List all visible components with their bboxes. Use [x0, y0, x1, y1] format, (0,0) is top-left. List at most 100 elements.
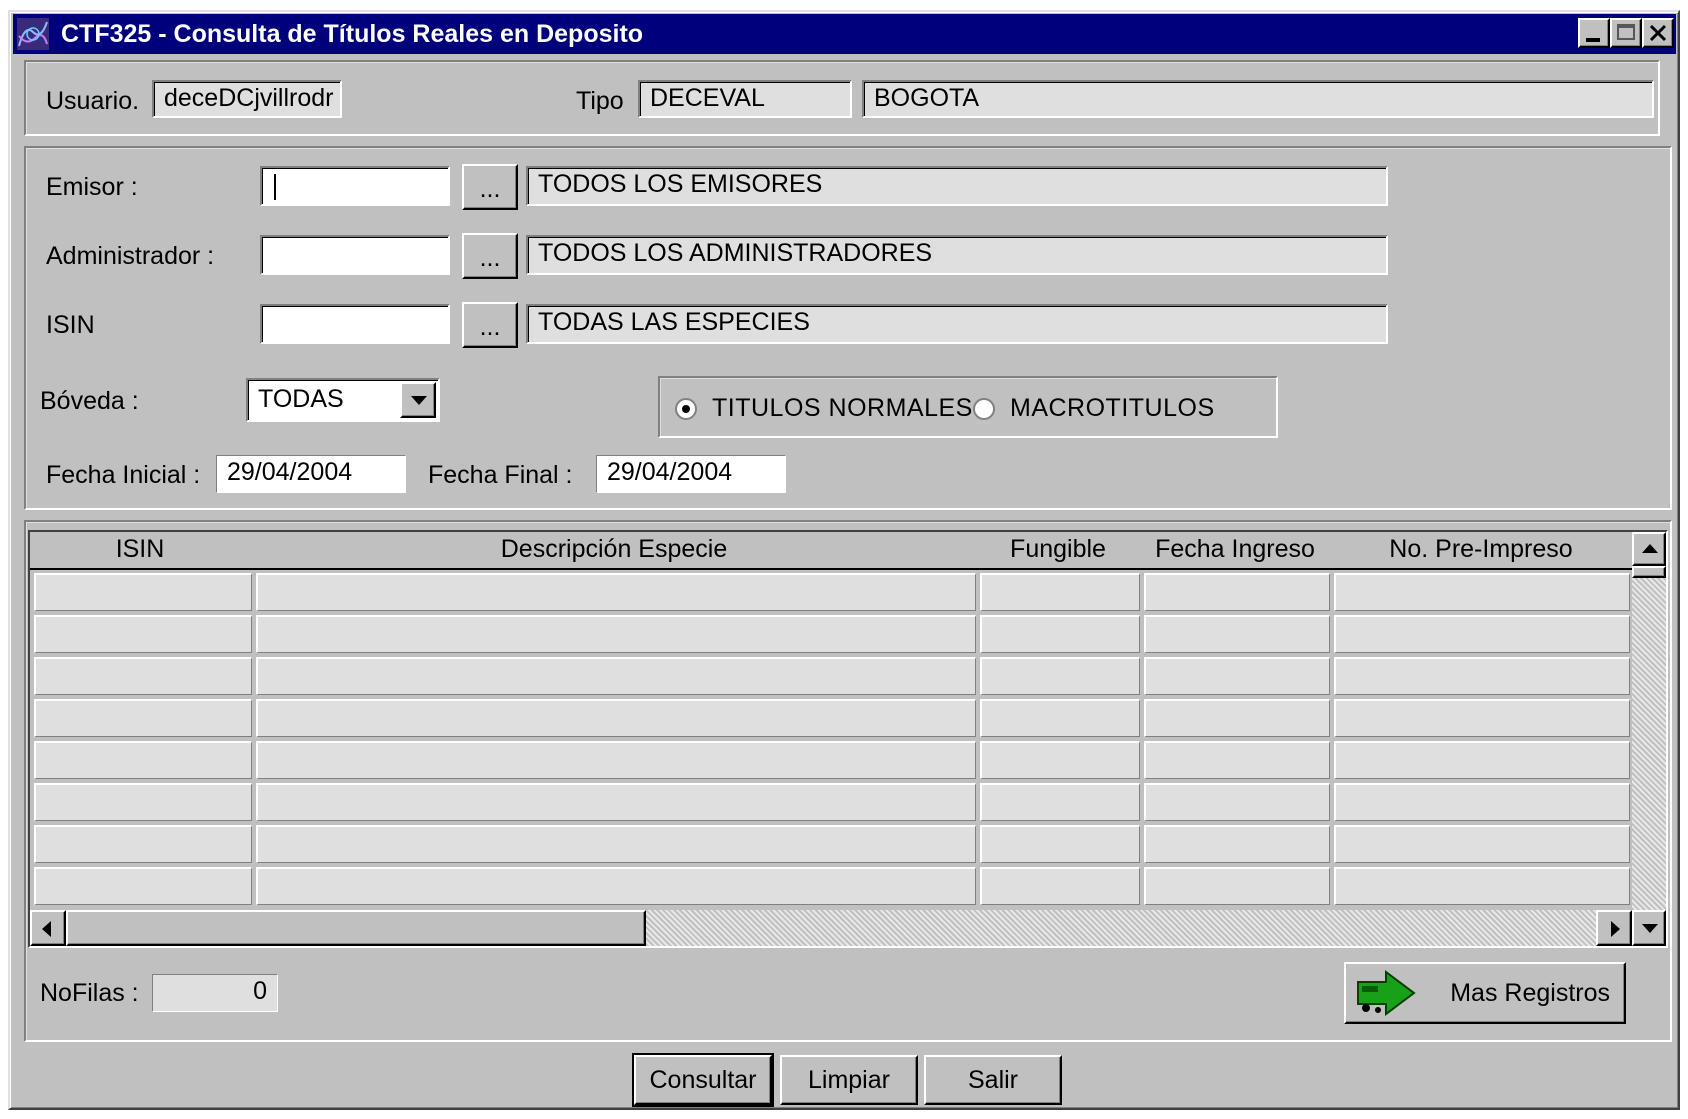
maximize-icon: [1617, 24, 1635, 40]
maximize-button[interactable]: [1610, 18, 1642, 48]
horizontal-scroll-thumb[interactable]: [66, 910, 646, 946]
results-grid[interactable]: ISIN Descripción Especie Fungible Fecha …: [28, 530, 1668, 948]
table-cell[interactable]: [256, 825, 976, 863]
vertical-scroll-thumb[interactable]: [1632, 566, 1666, 578]
table-cell[interactable]: [34, 741, 252, 779]
table-row[interactable]: [30, 654, 1632, 696]
scroll-left-button[interactable]: [30, 910, 66, 946]
table-cell[interactable]: [256, 699, 976, 737]
table-cell[interactable]: [980, 825, 1140, 863]
minimize-button[interactable]: [1578, 18, 1610, 48]
radio-titulos-normales-label: TITULOS NORMALES: [712, 394, 973, 422]
table-row[interactable]: [30, 612, 1632, 654]
consultar-button[interactable]: Consultar: [632, 1053, 774, 1107]
fecha-inicial-label: Fecha Inicial :: [46, 461, 201, 489]
arrow-right-icon: [1357, 970, 1416, 1016]
boveda-dropdown-button[interactable]: [400, 382, 436, 418]
fecha-final-label: Fecha Final :: [428, 461, 573, 489]
table-cell[interactable]: [1334, 573, 1630, 611]
table-cell[interactable]: [256, 573, 976, 611]
mas-registros-label: Mas Registros: [1450, 979, 1610, 1007]
title-bar[interactable]: CTF325 - Consulta de Títulos Reales en D…: [13, 14, 1676, 54]
table-cell[interactable]: [256, 615, 976, 653]
isin-input[interactable]: [260, 304, 450, 344]
table-cell[interactable]: [1334, 741, 1630, 779]
limpiar-button[interactable]: Limpiar: [780, 1055, 918, 1105]
table-cell[interactable]: [1334, 615, 1630, 653]
isin-browse-button[interactable]: ...: [462, 302, 518, 348]
fecha-final-input[interactable]: 29/04/2004: [596, 455, 786, 493]
table-cell[interactable]: [256, 867, 976, 905]
table-cell[interactable]: [256, 657, 976, 695]
table-cell[interactable]: [980, 867, 1140, 905]
vertical-scrollbar[interactable]: [1632, 532, 1666, 910]
isin-description: TODAS LAS ESPECIES: [526, 304, 1388, 344]
grid-body: [30, 570, 1632, 910]
column-header-fecha-ingreso[interactable]: Fecha Ingreso: [1140, 532, 1330, 566]
table-cell[interactable]: [1144, 699, 1330, 737]
scroll-right-button[interactable]: [1596, 910, 1632, 946]
radio-checked-icon: [675, 398, 697, 420]
table-cell[interactable]: [1144, 783, 1330, 821]
table-row[interactable]: [30, 696, 1632, 738]
usuario-field: deceDCjvillrodr: [152, 80, 342, 118]
table-cell[interactable]: [34, 783, 252, 821]
table-row[interactable]: [30, 570, 1632, 612]
emisor-description: TODOS LOS EMISORES: [526, 166, 1388, 206]
table-cell[interactable]: [256, 741, 976, 779]
table-cell[interactable]: [256, 783, 976, 821]
table-cell[interactable]: [34, 657, 252, 695]
isin-label: ISIN: [46, 311, 95, 339]
table-cell[interactable]: [34, 573, 252, 611]
table-cell[interactable]: [1144, 867, 1330, 905]
table-cell[interactable]: [1144, 573, 1330, 611]
emisor-label: Emisor :: [46, 173, 138, 201]
table-cell[interactable]: [980, 783, 1140, 821]
table-cell[interactable]: [1144, 615, 1330, 653]
table-cell[interactable]: [34, 825, 252, 863]
mas-registros-button[interactable]: Mas Registros: [1344, 962, 1626, 1024]
table-row[interactable]: [30, 822, 1632, 864]
horizontal-scrollbar[interactable]: [30, 910, 1632, 946]
column-header-fungible[interactable]: Fungible: [976, 532, 1140, 566]
scroll-up-button[interactable]: [1632, 532, 1666, 566]
emisor-browse-button[interactable]: ...: [462, 164, 518, 210]
table-cell[interactable]: [980, 741, 1140, 779]
table-cell[interactable]: [1144, 741, 1330, 779]
arrow-right-icon: [1611, 921, 1620, 937]
column-header-isin[interactable]: ISIN: [30, 532, 250, 566]
table-row[interactable]: [30, 864, 1632, 906]
table-row[interactable]: [30, 780, 1632, 822]
administrador-input[interactable]: [260, 235, 450, 275]
table-cell[interactable]: [1334, 699, 1630, 737]
table-cell[interactable]: [34, 699, 252, 737]
administrador-description: TODOS LOS ADMINISTRADORES: [526, 235, 1388, 275]
emisor-input[interactable]: [260, 166, 450, 206]
table-cell[interactable]: [1334, 657, 1630, 695]
grid-header: ISIN Descripción Especie Fungible Fecha …: [30, 532, 1632, 570]
table-cell[interactable]: [1334, 783, 1630, 821]
nofilas-label: NoFilas :: [40, 979, 139, 1007]
column-header-no-preimpreso[interactable]: No. Pre-Impreso: [1330, 532, 1632, 566]
radio-unchecked-icon: [973, 398, 995, 420]
arrow-down-icon: [1642, 924, 1658, 933]
close-icon: [1649, 24, 1667, 42]
table-cell[interactable]: [980, 657, 1140, 695]
table-cell[interactable]: [34, 615, 252, 653]
table-cell[interactable]: [34, 867, 252, 905]
table-cell[interactable]: [1144, 825, 1330, 863]
column-header-descripcion[interactable]: Descripción Especie: [252, 532, 976, 566]
table-row[interactable]: [30, 738, 1632, 780]
salir-button[interactable]: Salir: [924, 1055, 1062, 1105]
usuario-label: Usuario.: [46, 87, 140, 115]
table-cell[interactable]: [980, 573, 1140, 611]
administrador-browse-button[interactable]: ...: [462, 233, 518, 279]
table-cell[interactable]: [980, 699, 1140, 737]
close-button[interactable]: [1642, 18, 1674, 48]
scroll-down-button[interactable]: [1632, 910, 1666, 946]
table-cell[interactable]: [1334, 825, 1630, 863]
table-cell[interactable]: [980, 615, 1140, 653]
fecha-inicial-input[interactable]: 29/04/2004: [216, 455, 406, 493]
table-cell[interactable]: [1144, 657, 1330, 695]
table-cell[interactable]: [1334, 867, 1630, 905]
